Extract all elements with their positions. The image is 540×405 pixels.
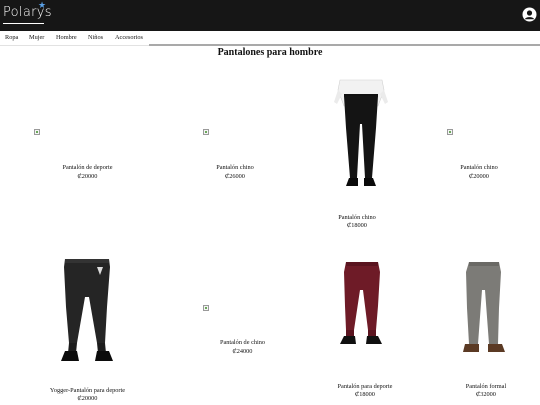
- broken-image-icon: [34, 129, 40, 135]
- nav-item-ninos[interactable]: Niños: [88, 34, 103, 41]
- product-name[interactable]: Yogger-Pantalón para deporte: [40, 387, 135, 394]
- broken-image-icon: [203, 305, 209, 311]
- broken-image-icon: [447, 129, 453, 135]
- top-bar: Polarys ★: [0, 0, 540, 31]
- product-card[interactable]: Pantalón de chino ₡24000: [200, 302, 285, 362]
- product-card[interactable]: Pantalón chino ₡26000: [200, 125, 270, 185]
- product-name[interactable]: Pantalón chino: [444, 164, 514, 171]
- product-price: ₡20000: [77, 395, 98, 402]
- product-image: [463, 262, 505, 352]
- page-title: Pantalones para hombre: [217, 47, 323, 58]
- product-name[interactable]: Pantalón de deporte: [30, 164, 145, 171]
- product-card[interactable]: Yogger-Pantalón para deporte ₡20000: [40, 255, 135, 405]
- nav-item-ropa[interactable]: Ropa: [5, 34, 18, 41]
- product-name[interactable]: Pantalón formal: [446, 383, 526, 390]
- logo-underline: [3, 23, 44, 24]
- product-card[interactable]: Pantalón chino ₡20000: [444, 125, 514, 185]
- product-card[interactable]: Pantalón chino ₡18000: [320, 76, 394, 234]
- product-image: [61, 259, 113, 361]
- product-name[interactable]: Pantalón de chino: [200, 339, 285, 346]
- nav-item-hombre[interactable]: Hombre: [56, 34, 77, 41]
- product-price: ₡26000: [225, 173, 245, 180]
- product-image: [340, 262, 382, 344]
- product-card[interactable]: Pantalón formal ₡32000: [446, 258, 526, 405]
- star-icon: ★: [38, 1, 47, 11]
- product-name[interactable]: Pantalón chino: [320, 214, 394, 221]
- product-price: ₡18000: [347, 222, 367, 229]
- product-price: ₡18000: [355, 391, 375, 398]
- nav-item-accesorios[interactable]: Accesorios: [115, 34, 143, 41]
- product-price: ₡24000: [232, 348, 253, 355]
- product-image: [334, 79, 388, 186]
- product-price: ₡20000: [469, 173, 489, 180]
- broken-image-icon: [203, 129, 209, 135]
- product-card[interactable]: Pantalón para deporte ₡18000: [320, 258, 410, 405]
- product-price: ₡32000: [476, 391, 496, 398]
- product-price: ₡20000: [77, 173, 98, 180]
- user-account-icon[interactable]: [522, 7, 537, 22]
- product-card[interactable]: Pantalón de deporte ₡20000: [30, 125, 145, 185]
- product-name[interactable]: Pantalón para deporte: [320, 383, 410, 390]
- nav-active-indicator: [149, 44, 540, 46]
- product-name[interactable]: Pantalón chino: [200, 164, 270, 171]
- nav-item-mujer[interactable]: Mujer: [29, 34, 44, 41]
- brand-logo[interactable]: Polarys ★: [2, 1, 52, 29]
